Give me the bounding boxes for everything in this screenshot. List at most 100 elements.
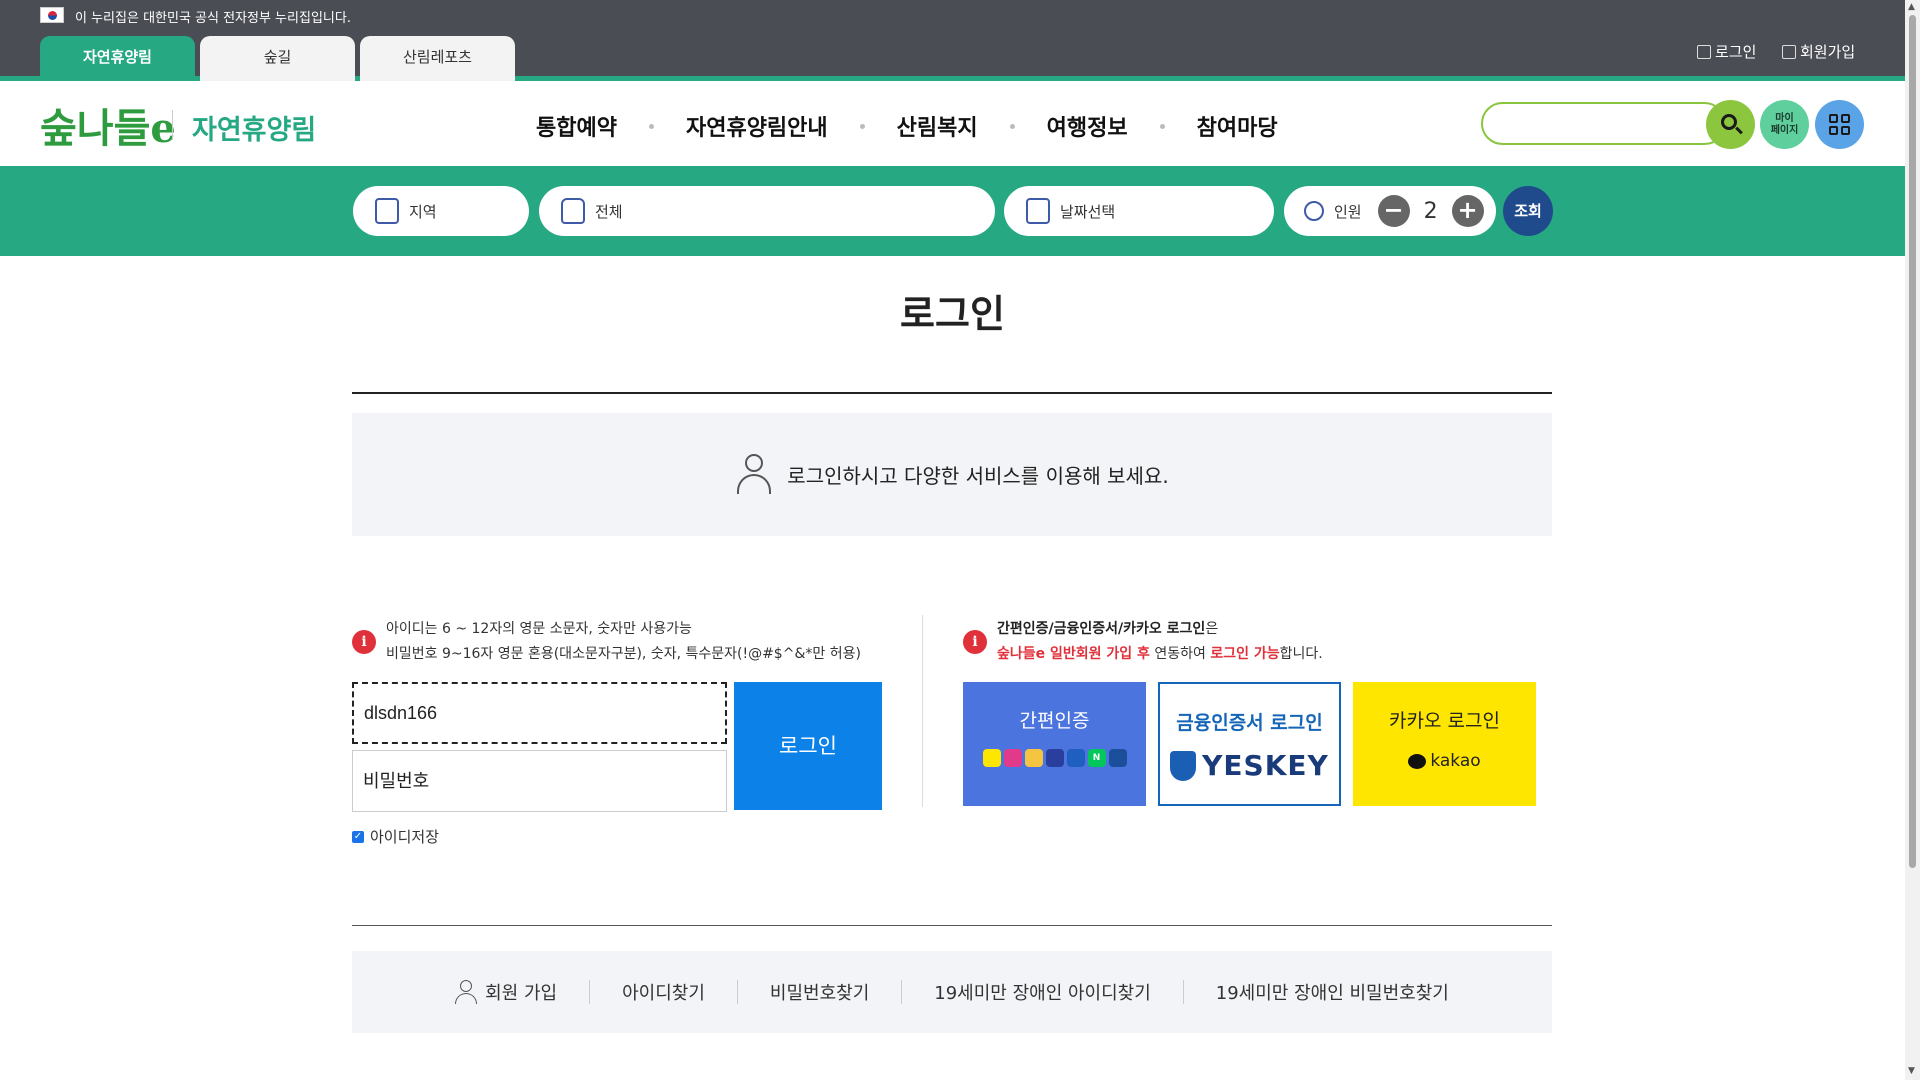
alt-login-info: i 간편인증/금융인증서/카카오 로그인은 숲나들e 일반회원 가입 후 연동하…	[963, 617, 1323, 667]
reservation-filter-bar: 지역 전체 날짜선택 인원 − 2 + 조회	[0, 166, 1905, 256]
login-button[interactable]: 로그인	[734, 682, 882, 810]
alt-info-mid: 연동하여	[1149, 646, 1211, 662]
calendar-icon	[1026, 198, 1050, 224]
decrease-people-button[interactable]: −	[1377, 195, 1410, 227]
alt-info-red1: 숲나들e 일반회원 가입 후	[997, 646, 1150, 662]
bottom-divider	[352, 925, 1552, 926]
site-name[interactable]: 자연휴양림	[192, 108, 316, 147]
find-id-link[interactable]: 아이디찾기	[622, 979, 705, 1005]
yeskey-shield-icon	[1170, 750, 1197, 781]
star-icon	[1024, 749, 1043, 767]
kakao-login-label: 카카오 로그인	[1389, 710, 1500, 732]
link-separator	[736, 980, 738, 1004]
signup-link[interactable]: 회원 가입	[485, 979, 557, 1005]
id-input[interactable]	[352, 682, 727, 744]
nav-item-travel-info[interactable]: 여행정보	[1047, 110, 1128, 142]
account-links-bar: 회원 가입 아이디찾기 비밀번호찾기 19세미만 장애인 아이디찾기 19세미만…	[352, 951, 1552, 1033]
region-select[interactable]: 지역	[353, 186, 529, 236]
remember-id-label: 아이디저장	[370, 828, 440, 846]
mypage-label: 마이 페이지	[1770, 113, 1799, 136]
financial-cert-login-button[interactable]: 금융인증서 로그인 YESKEY	[1158, 682, 1341, 806]
filter-search-button[interactable]: 조회	[1503, 186, 1553, 236]
signup-icon	[1782, 44, 1796, 59]
all-menu-button[interactable]	[1815, 100, 1864, 149]
forest-select[interactable]: 전체	[539, 186, 995, 236]
simple-auth-button[interactable]: 간편인증 N	[963, 682, 1146, 806]
cert-login-label: 금융인증서 로그인	[1176, 712, 1323, 734]
main-nav: 통합예약 자연휴양림안내 산림복지 여행정보 참여마당	[536, 110, 1278, 142]
korea-flag-icon	[40, 7, 64, 23]
link-separator	[1182, 980, 1184, 1004]
top-login-label: 로그인	[1715, 43, 1757, 61]
intro-text: 로그인하시고 다양한 서비스를 이용해 보세요.	[787, 464, 1169, 488]
scroll-down-icon[interactable]: ▼	[1908, 1066, 1915, 1076]
person-icon	[1304, 201, 1324, 221]
bank-icon	[1045, 749, 1064, 767]
logo-divider	[172, 110, 173, 140]
nav-item-resort-info[interactable]: 자연휴양림안내	[686, 110, 828, 142]
minor-disabled-find-id-link[interactable]: 19세미만 장애인 아이디찾기	[934, 979, 1151, 1005]
search-button[interactable]	[1706, 100, 1755, 149]
nav-item-participation[interactable]: 참여마당	[1197, 110, 1278, 142]
date-label: 날짜선택	[1060, 202, 1116, 221]
tab-forest-trail[interactable]: 숲길	[200, 36, 355, 81]
minor-disabled-find-password-link[interactable]: 19세미만 장애인 비밀번호찾기	[1216, 979, 1449, 1005]
password-input[interactable]	[352, 750, 727, 812]
tab-forest-leports[interactable]: 산림레포츠	[360, 36, 515, 81]
top-signup-link[interactable]: 회원가입	[1782, 41, 1855, 62]
login-icon	[1697, 44, 1711, 59]
login-intro-box: 로그인하시고 다양한 서비스를 이용해 보세요.	[352, 413, 1552, 536]
info-icon: i	[963, 630, 987, 654]
nav-item-integrated-booking[interactable]: 통합예약	[536, 110, 617, 142]
nav-dot	[648, 123, 654, 129]
shield-icon	[1108, 749, 1127, 767]
top-login-link[interactable]: 로그인	[1697, 41, 1756, 62]
nav-dot	[1009, 123, 1015, 129]
find-password-link[interactable]: 비밀번호찾기	[770, 979, 869, 1005]
scroll-up-icon[interactable]: ▲	[1908, 2, 1915, 12]
kakao-brand: kakao	[1430, 751, 1481, 771]
nav-dot	[859, 123, 865, 129]
people-label: 인원	[1334, 202, 1362, 221]
login-rules-info: i 아이디는 6 ~ 12자의 영문 소문자, 숫자만 사용가능 비밀번호 9~…	[352, 617, 861, 667]
user-key-icon	[735, 453, 775, 496]
alt-info-red2: 로그인 가능	[1210, 646, 1280, 662]
pass-blue-icon	[1066, 749, 1085, 767]
remember-id[interactable]: ✓ 아이디저장	[352, 826, 439, 847]
nav-dot	[1159, 123, 1165, 129]
date-select[interactable]: 날짜선택	[1004, 186, 1274, 236]
alt-info-after-bold: 은	[1205, 621, 1219, 637]
page-title: 로그인	[900, 292, 1005, 336]
pw-rule-text: 비밀번호 9~16자 영문 혼용(대소문자구분), 숫자, 특수문자(!@#$^…	[386, 646, 861, 662]
kakao-login-button[interactable]: 카카오 로그인 kakao	[1353, 682, 1536, 806]
link-separator	[589, 980, 591, 1004]
mypage-button[interactable]: 마이 페이지	[1760, 100, 1809, 149]
forest-label: 전체	[595, 202, 623, 221]
login-section-divider	[922, 615, 923, 807]
scrollbar-thumb[interactable]	[1909, 15, 1916, 868]
top-signup-label: 회원가입	[1800, 43, 1856, 61]
talk-icon	[982, 749, 1001, 767]
region-label: 지역	[409, 202, 437, 221]
auth-provider-icons: N	[963, 749, 1146, 767]
site-search-input[interactable]	[1481, 102, 1726, 145]
tab-forest-resort[interactable]: 자연휴양림	[40, 36, 195, 81]
increase-people-button[interactable]: +	[1451, 195, 1484, 227]
people-stepper: 인원 − 2 +	[1284, 186, 1496, 236]
site-logo[interactable]: 숲나들e	[40, 96, 176, 154]
alt-info-bold: 간편인증/금융인증서/카카오 로그인	[997, 621, 1206, 637]
yeskey-logo: YESKEY	[1160, 749, 1339, 782]
yeskey-brand: YESKEY	[1202, 749, 1329, 782]
gov-banner-text: 이 누리집은 대한민국 공식 전자정부 누리집입니다.	[75, 11, 351, 26]
simple-auth-label: 간편인증	[1019, 710, 1090, 732]
grid-menu-icon	[1829, 114, 1850, 135]
kakao-logo: kakao	[1353, 751, 1536, 771]
map-icon	[375, 198, 399, 224]
id-rule-text: 아이디는 6 ~ 12자의 영문 소문자, 숫자만 사용가능	[386, 621, 692, 637]
link-separator	[901, 980, 903, 1004]
nav-item-forest-welfare[interactable]: 산림복지	[897, 110, 978, 142]
info-icon: i	[352, 630, 376, 654]
page-scrollbar[interactable]: ▲ ▼	[1905, 0, 1920, 1080]
gov-banner: 이 누리집은 대한민국 공식 전자정부 누리집입니다.	[0, 0, 1905, 29]
checkbox-checked-icon[interactable]: ✓	[352, 830, 364, 843]
